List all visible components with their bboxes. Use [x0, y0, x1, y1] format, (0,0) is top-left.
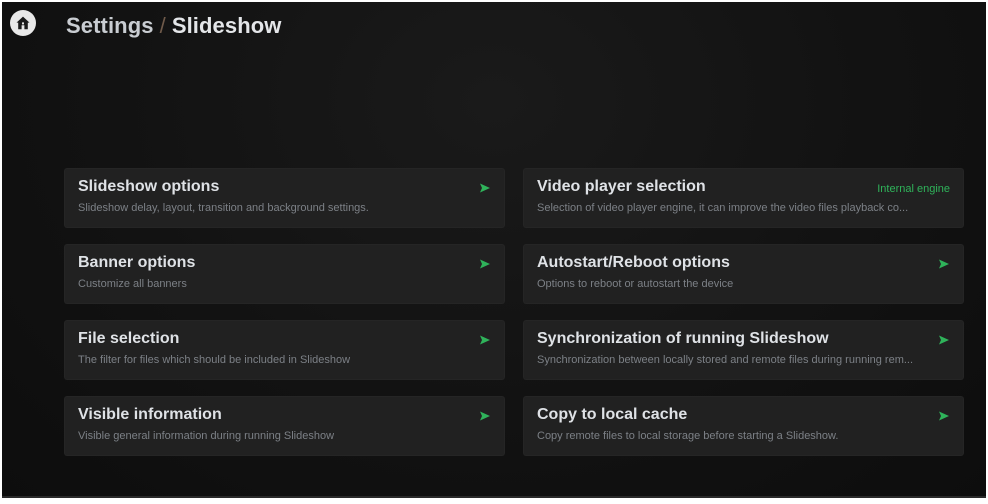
breadcrumb: Settings / Slideshow: [66, 12, 282, 40]
settings-screen: Settings / Slideshow Slideshow options Sli…: [2, 2, 986, 498]
settings-item-description: Visible general information during runni…: [78, 430, 335, 442]
arrow-right-icon: [480, 335, 490, 345]
settings-item-slideshow-options[interactable]: Slideshow options Slideshow delay, layou…: [64, 168, 505, 228]
settings-item-description: The filter for files which should be inc…: [78, 354, 351, 366]
breadcrumb-separator: /: [159, 13, 166, 38]
settings-item-title: Copy to local cache: [537, 406, 688, 423]
breadcrumb-settings[interactable]: Settings: [66, 13, 154, 38]
arrow-right-icon: [939, 411, 949, 421]
settings-item-title: File selection: [78, 330, 180, 347]
settings-item-visible-information[interactable]: Visible information Visible general info…: [64, 396, 505, 456]
settings-item-file-selection[interactable]: File selection The filter for files whic…: [64, 320, 505, 380]
settings-item-copy-to-local-cache[interactable]: Copy to local cache Copy remote files to…: [523, 396, 964, 456]
arrow-right-icon: [939, 259, 949, 269]
settings-item-title: Banner options: [78, 254, 196, 271]
settings-item-description: Synchronization between locally stored a…: [537, 354, 914, 366]
settings-item-title: Slideshow options: [78, 178, 220, 195]
settings-item-title: Synchronization of running Slideshow: [537, 330, 829, 347]
settings-item-value: Internal engine: [877, 183, 950, 195]
settings-item-title: Autostart/Reboot options: [537, 254, 730, 271]
settings-grid: Slideshow options Slideshow delay, layou…: [64, 168, 964, 456]
settings-item-synchronization[interactable]: Synchronization of running Slideshow Syn…: [523, 320, 964, 380]
arrow-right-icon: [480, 183, 490, 193]
arrow-right-icon: [939, 335, 949, 345]
settings-item-description: Copy remote files to local storage befor…: [537, 430, 839, 442]
settings-item-video-player-selection[interactable]: Video player selection Selection of vide…: [523, 168, 964, 228]
settings-item-autostart-reboot-options[interactable]: Autostart/Reboot options Options to rebo…: [523, 244, 964, 304]
settings-item-title: Visible information: [78, 406, 222, 423]
home-icon: [16, 16, 30, 30]
settings-item-description: Customize all banners: [78, 278, 187, 290]
settings-item-banner-options[interactable]: Banner options Customize all banners: [64, 244, 505, 304]
home-button[interactable]: [10, 10, 36, 36]
page-title: Slideshow: [171, 13, 282, 38]
arrow-right-icon: [480, 411, 490, 421]
arrow-right-icon: [480, 259, 490, 269]
settings-item-description: Slideshow delay, layout, transition and …: [78, 202, 369, 214]
settings-item-description: Options to reboot or autostart the devic…: [537, 278, 734, 290]
settings-item-description: Selection of video player engine, it can…: [537, 202, 909, 214]
